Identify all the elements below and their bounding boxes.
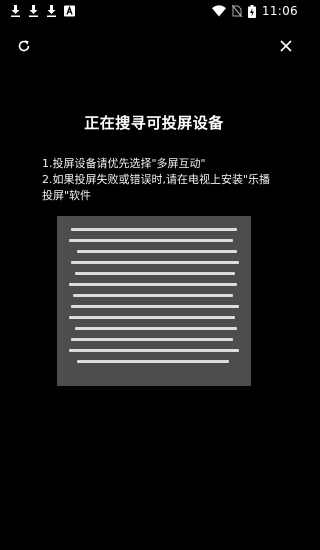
instructions: 1.投屏设备请优先选择"多屏互动" 2.如果投屏失败或错误时,请在电视上安装"乐… (42, 156, 272, 204)
scan-line (69, 239, 233, 242)
scan-line (71, 228, 237, 231)
scan-line (75, 327, 237, 330)
refresh-icon (18, 40, 30, 52)
scan-line (73, 294, 233, 297)
scan-line (71, 338, 233, 341)
status-left (10, 5, 75, 17)
toolbar (0, 34, 308, 58)
searching-illustration (57, 216, 251, 386)
close-icon (280, 40, 292, 52)
scan-line (75, 272, 235, 275)
status-right: 11:06 (211, 4, 298, 18)
scan-line (77, 360, 229, 363)
wifi-icon (211, 5, 226, 17)
scan-line (71, 261, 239, 264)
font-app-icon (64, 5, 75, 17)
instruction-line-1: 1.投屏设备请优先选择"多屏互动" (42, 157, 206, 170)
status-time: 11:06 (261, 4, 298, 18)
download-icon (29, 5, 38, 17)
refresh-button[interactable] (14, 36, 34, 56)
scan-line (69, 349, 239, 352)
scan-line (69, 316, 235, 319)
download-icon (47, 5, 56, 17)
scan-line (69, 283, 237, 286)
close-button[interactable] (276, 36, 296, 56)
page-title: 正在搜寻可投屏设备 (84, 114, 224, 132)
instruction-line-2: 2.如果投屏失败或错误时,请在电视上安装"乐播投屏"软件 (42, 173, 271, 202)
battery-charging-icon (247, 4, 256, 18)
download-icon (11, 5, 20, 17)
no-sim-icon (231, 5, 242, 17)
status-bar: 11:06 (0, 0, 308, 22)
scan-line (77, 250, 237, 253)
scan-line (71, 305, 239, 308)
